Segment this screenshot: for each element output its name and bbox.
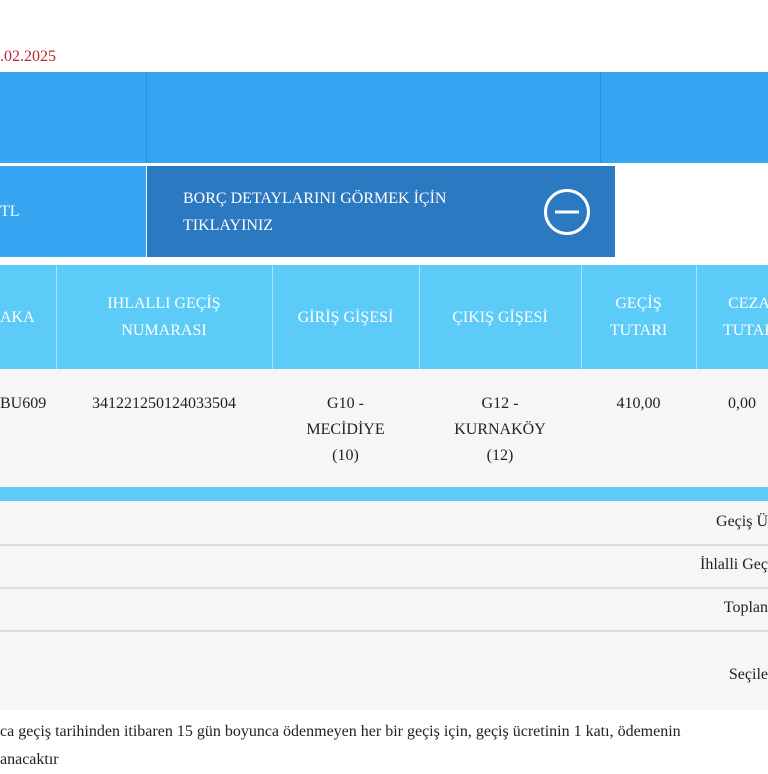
col-plaka: AKA	[0, 308, 35, 326]
cell-gecis-tutari: 410,00	[616, 395, 661, 412]
footnote-line-1: ca geçiş tarihinden itibaren 15 gün boyu…	[0, 723, 681, 740]
cell-ihlalli-gecis-numarasi: 341221250124033504	[92, 395, 236, 412]
total-row-gecis-ucret: Geçiş Ü	[0, 501, 768, 546]
col-giris-gisesi: GİRİŞ GİŞESİ	[297, 308, 394, 326]
col-gecis-tutari: GEÇİŞ TUTARI	[582, 265, 695, 369]
ihlalli-gecis-ceza-tutari: İhlalli Geçiş Ceza Tu	[621, 36, 757, 54]
total-row-ihlalli-gecis: İhlalli Geç	[0, 546, 768, 589]
borc-detay-label: BORÇ DETAYLARINI GÖRMEK İÇİN TIKLAYINIZ	[183, 189, 447, 234]
total-row-toplam: Toplan	[0, 589, 768, 632]
col-ihlalli-gecis-numarasi-label: IHLALLI GEÇİŞ NUMARASI	[107, 295, 221, 339]
cell-plaka: BU609	[0, 395, 47, 412]
cell-giris-gisesi: G10 - MECİDİYE (10)	[306, 395, 385, 464]
footnote: ca geçiş tarihinden itibaren 15 gün boyu…	[0, 718, 768, 774]
col-cikis-gisesi: ÇIKIŞ GİŞESİ	[452, 308, 548, 326]
table-divider	[0, 487, 768, 501]
col-ihlalli-gecis-numarasi: IHLALLI GEÇİŞ NUMARASI	[57, 265, 271, 369]
col-gecis-tutari-label: GEÇİŞ TUTARI	[609, 295, 668, 339]
tl-cell: TL	[0, 166, 146, 257]
cell-ceza-tutari: 0,00	[728, 395, 756, 412]
borc-detay-button[interactable]: BORÇ DETAYLARINI GÖRMEK İÇİN TIKLAYINIZ	[147, 166, 615, 257]
minus-circle-icon[interactable]	[543, 188, 591, 236]
total-label-toplam: Toplan	[723, 599, 768, 616]
cell-cikis-gisesi: G12 - KURNAKÖY (12)	[454, 395, 546, 464]
total-row-secilen: Seçile	[0, 632, 768, 710]
total-label-ihlalli-gecis: İhlalli Geç	[700, 556, 768, 573]
col-ceza-tutari: CEZA TUTAR	[697, 265, 768, 369]
total-label-gecis-ucret: Geçiş Ü	[716, 513, 768, 530]
col-ceza-tutari-label: CEZA TUTAR	[722, 295, 768, 339]
footnote-line-2: anacaktır	[0, 751, 59, 768]
total-label-secilen: Seçile	[728, 666, 768, 683]
summary-cell-first	[0, 0, 146, 91]
gecis-ucret-tutari: Geçiş Ücret Tutarı 410,00	[167, 36, 334, 54]
